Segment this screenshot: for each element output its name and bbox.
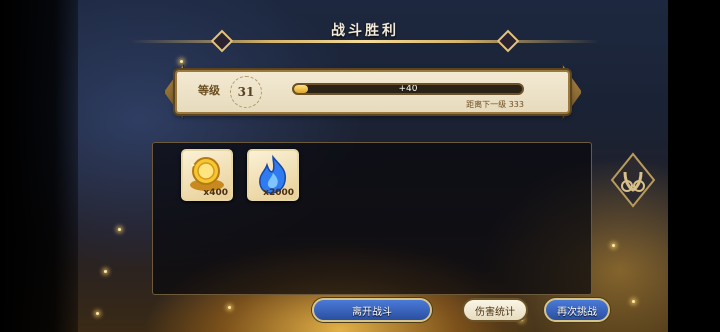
- sparkle: [180, 60, 183, 63]
- level-label: 等级: [198, 84, 220, 97]
- xp-next-value: 333: [508, 100, 524, 109]
- xp-gain-text: +40: [398, 84, 418, 94]
- rewards-panel: x400 x2000: [152, 142, 592, 295]
- sparkle: [612, 244, 615, 247]
- sparkle: [96, 312, 99, 315]
- page-title: 战斗胜利: [331, 23, 399, 39]
- battle-result-screen: 战斗胜利 等级 31 +40 距离下一级 333 x400 x2000 离开战斗…: [0, 0, 720, 332]
- reward-item[interactable]: x400: [181, 149, 233, 201]
- xp-next-level: 距离下一级 333: [466, 99, 524, 110]
- left-border: [0, 0, 78, 332]
- reward-item[interactable]: x2000: [247, 149, 299, 201]
- leave-battle-button[interactable]: 离开战斗: [312, 298, 432, 322]
- retry-battle-button[interactable]: 再次挑战: [544, 298, 610, 322]
- reward-quantity: x400: [203, 188, 228, 198]
- right-border: [668, 0, 720, 332]
- title-banner: 战斗胜利: [130, 16, 600, 53]
- sparkle: [228, 306, 231, 309]
- level-banner: 等级 31 +40 距离下一级 333: [175, 70, 570, 114]
- sparkle: [104, 270, 107, 273]
- crest-emblem-icon: [610, 152, 656, 208]
- title-ornament-line: [130, 40, 600, 43]
- sparkle: [118, 228, 121, 231]
- xp-progress-bar: +40: [292, 83, 524, 95]
- xp-next-label: 距离下一级: [466, 100, 507, 109]
- laurel-badge-icon: 31: [230, 76, 262, 108]
- damage-stats-button[interactable]: 伤害统计: [462, 298, 528, 322]
- sparkle: [632, 300, 635, 303]
- reward-quantity: x2000: [263, 188, 294, 198]
- level-value: 31: [237, 85, 255, 99]
